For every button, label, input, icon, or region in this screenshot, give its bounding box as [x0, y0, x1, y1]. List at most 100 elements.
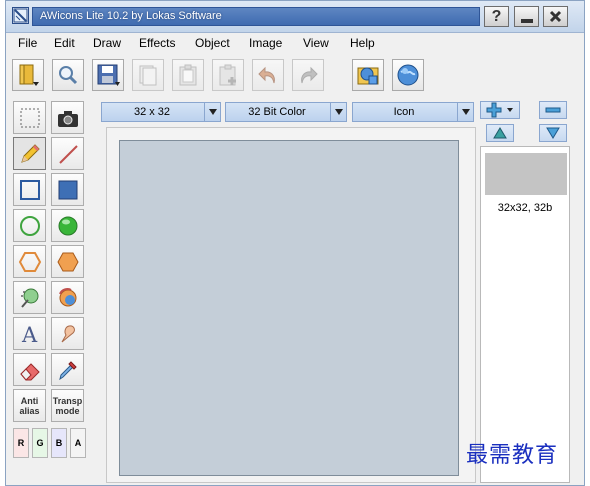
pencil-icon	[20, 143, 40, 163]
menu-bar: File Edit Draw Effects Object Image View…	[6, 33, 584, 53]
triangle-up-icon	[493, 127, 507, 139]
antialias-line2: alias	[19, 405, 40, 416]
paste-new-button[interactable]	[212, 59, 244, 91]
tool-fill[interactable]	[51, 281, 84, 314]
tool-pencil[interactable]	[13, 137, 46, 170]
zoom-button[interactable]	[52, 59, 84, 91]
camera-icon	[57, 110, 78, 127]
tool-line[interactable]	[51, 137, 84, 170]
app-window: AWicons Lite 10.2 by Lokas Software ? Fi…	[5, 0, 585, 486]
tool-smudge[interactable]	[51, 317, 84, 350]
color-depth-value: 32 Bit Color	[248, 106, 306, 118]
undo-button[interactable]	[252, 59, 284, 91]
tool-polygon[interactable]	[13, 245, 46, 278]
ellipse-outline-icon	[19, 215, 40, 236]
title-bar: AWicons Lite 10.2 by Lokas Software ?	[6, 1, 584, 33]
magnifier-icon	[59, 66, 78, 85]
menu-file[interactable]: File	[18, 36, 37, 50]
tool-ellipse[interactable]	[13, 209, 46, 242]
chevron-down-icon	[204, 103, 220, 121]
antialias-toggle[interactable]: Anti alias	[13, 389, 46, 422]
close-icon	[549, 10, 562, 23]
tool-rectangle[interactable]	[13, 173, 46, 206]
close-button[interactable]	[543, 6, 568, 27]
library-icon	[357, 67, 379, 85]
eyedropper-icon	[58, 360, 77, 380]
minimize-button[interactable]	[514, 6, 539, 27]
clipboard-icon	[179, 64, 197, 86]
fill-bucket-icon	[58, 287, 76, 306]
chevron-down-icon	[330, 103, 346, 121]
add-format-button[interactable]	[480, 101, 520, 119]
type-select[interactable]: Icon	[352, 102, 474, 122]
minimize-icon	[520, 18, 533, 23]
svg-text:A: A	[21, 323, 38, 346]
undo-icon	[258, 66, 275, 84]
format-thumbnail	[485, 153, 567, 195]
tool-color-picker[interactable]	[51, 353, 84, 386]
web-update-button[interactable]	[392, 59, 424, 91]
paste-button[interactable]	[172, 59, 204, 91]
move-up-button[interactable]	[486, 124, 514, 142]
help-button[interactable]: ?	[484, 6, 509, 27]
new-file-button[interactable]	[12, 59, 44, 91]
channel-a-toggle[interactable]: A	[70, 428, 86, 458]
triangle-down-icon	[546, 127, 560, 139]
redo-icon	[301, 66, 318, 84]
transp-line1: Transp	[52, 395, 83, 406]
app-logo-icon[interactable]	[12, 7, 29, 24]
antialias-line1: Anti	[20, 395, 39, 406]
hexagon-outline-icon	[18, 251, 41, 272]
channel-r-toggle[interactable]: R	[13, 428, 29, 458]
formats-list: 32x32, 32b	[480, 146, 570, 483]
menu-effects[interactable]: Effects	[139, 36, 175, 50]
eraser-icon	[19, 362, 40, 381]
airbrush-icon	[20, 288, 38, 308]
paste-new-icon	[219, 64, 236, 86]
help-icon: ?	[491, 7, 502, 25]
minus-icon	[545, 107, 561, 113]
copy-format-button[interactable]	[132, 59, 164, 91]
antialias-label: Anti alias	[19, 396, 39, 416]
menu-object[interactable]: Object	[195, 36, 230, 50]
marquee-icon	[20, 108, 39, 127]
tool-capture[interactable]	[51, 101, 84, 134]
color-depth-select[interactable]: 32 Bit Color	[225, 102, 347, 122]
size-select[interactable]: 32 x 32	[101, 102, 221, 122]
menu-help[interactable]: Help	[350, 36, 375, 50]
transp-label: Transp mode	[53, 396, 83, 416]
new-file-icon	[19, 64, 39, 86]
transparency-mode-toggle[interactable]: Transp mode	[51, 389, 84, 422]
tool-text[interactable]: A	[13, 317, 46, 350]
channel-b-toggle[interactable]: B	[51, 428, 67, 458]
redo-button[interactable]	[292, 59, 324, 91]
canvas-workspace	[106, 127, 476, 483]
hexagon-filled-icon	[56, 252, 79, 271]
plus-icon	[486, 102, 513, 118]
menu-edit[interactable]: Edit	[54, 36, 75, 50]
chevron-down-icon	[457, 103, 473, 121]
open-library-button[interactable]	[352, 59, 384, 91]
tool-eraser[interactable]	[13, 353, 46, 386]
size-value: 32 x 32	[133, 106, 171, 118]
move-down-button[interactable]	[539, 124, 567, 142]
copy-icon	[139, 65, 157, 86]
save-icon	[97, 64, 120, 86]
ellipse-filled-icon	[58, 216, 77, 235]
tool-filled-rectangle[interactable]	[51, 173, 84, 206]
remove-format-button[interactable]	[539, 101, 567, 119]
tool-filled-polygon[interactable]	[51, 245, 84, 278]
menu-view[interactable]: View	[303, 36, 329, 50]
window-title: AWicons Lite 10.2 by Lokas Software	[32, 7, 480, 26]
rectangle-filled-icon	[58, 180, 77, 199]
menu-image[interactable]: Image	[249, 36, 282, 50]
tool-spray[interactable]	[13, 281, 46, 314]
rectangle-outline-icon	[19, 179, 40, 200]
tool-filled-ellipse[interactable]	[51, 209, 84, 242]
channel-g-toggle[interactable]: G	[32, 428, 48, 458]
tool-rect-select[interactable]	[13, 101, 46, 134]
menu-draw[interactable]: Draw	[93, 36, 121, 50]
drawing-canvas[interactable]	[119, 140, 459, 476]
finger-icon	[61, 324, 75, 342]
save-button[interactable]	[92, 59, 124, 91]
